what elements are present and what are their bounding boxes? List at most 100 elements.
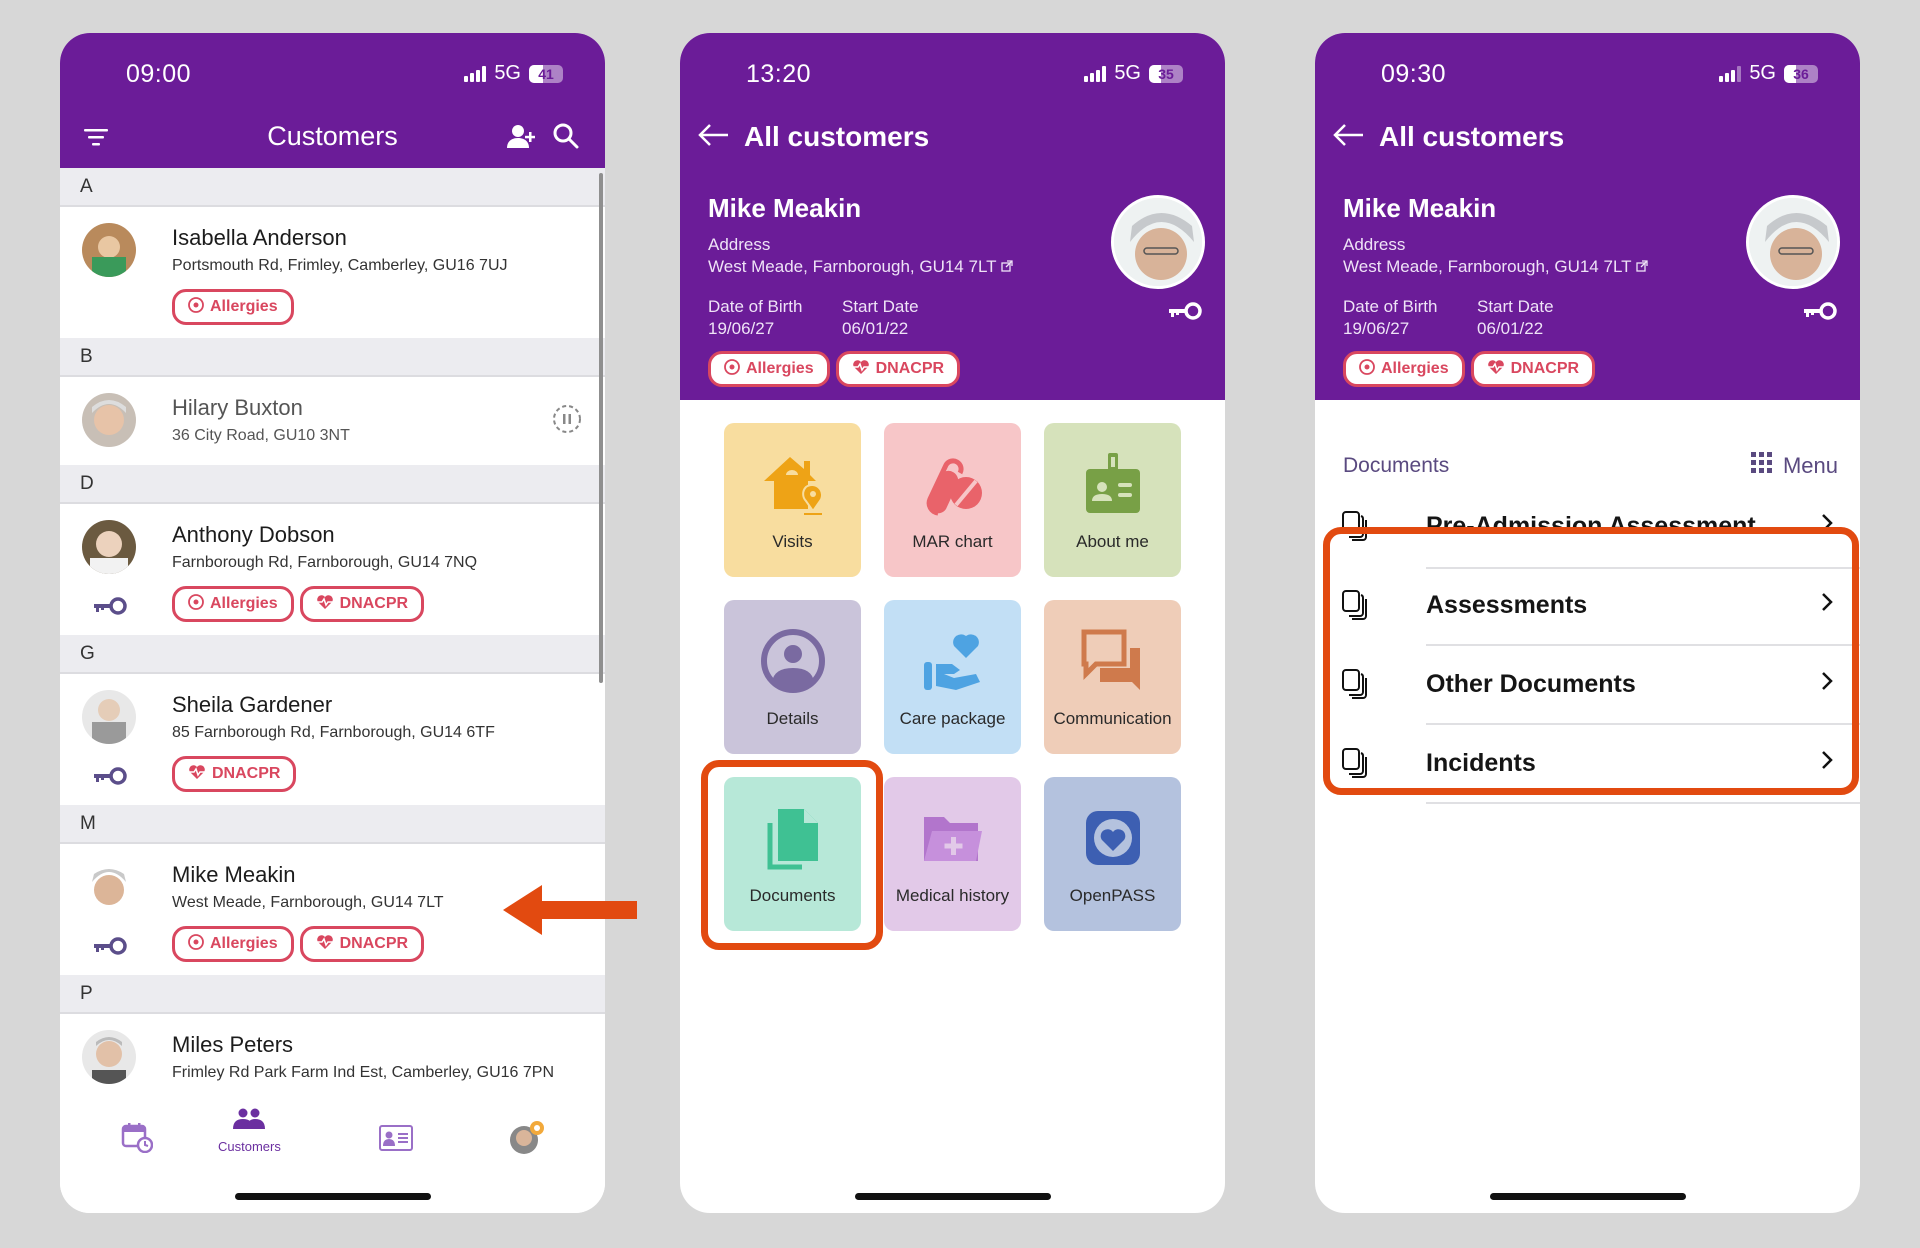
nav-profile[interactable] bbox=[508, 1120, 546, 1161]
customer-photo bbox=[1746, 195, 1840, 289]
highlight-documents-tile bbox=[701, 760, 883, 950]
customer-row[interactable]: Hilary Buxton 36 City Road, GU10 3NT bbox=[60, 377, 605, 465]
tile-label: Details bbox=[766, 709, 819, 728]
tile-label: Medical history bbox=[895, 886, 1010, 905]
status-bar: 09:30 5G 36 bbox=[1315, 33, 1860, 113]
key-icon bbox=[92, 766, 128, 791]
tile-communication[interactable]: Communication bbox=[1044, 600, 1181, 754]
nav-visits[interactable] bbox=[121, 1121, 154, 1158]
back-button[interactable]: All customers bbox=[698, 121, 929, 153]
address-link[interactable]: West Meade, Farnborough, GU14 7LT bbox=[1343, 256, 1648, 279]
id-card-icon bbox=[379, 1125, 413, 1156]
customer-name: Miles Peters bbox=[172, 1032, 294, 1057]
allergies-tag[interactable]: Allergies bbox=[708, 351, 830, 387]
tile-about-me[interactable]: About me bbox=[1044, 423, 1181, 577]
tile-label: About me bbox=[1076, 532, 1149, 551]
allergy-icon bbox=[188, 933, 204, 955]
dnacpr-tag: DNACPR bbox=[299, 926, 425, 962]
tile-label: MAR chart bbox=[912, 532, 993, 551]
section-title: Documents bbox=[1343, 454, 1450, 477]
customer-name: Hilary Buxton bbox=[172, 395, 303, 420]
customer-row[interactable]: Anthony Dobson Farnborough Rd, Farnborou… bbox=[60, 504, 605, 635]
divider bbox=[1426, 802, 1860, 804]
address-label: Address bbox=[1343, 235, 1406, 254]
tile-mar-chart[interactable]: MAR chart bbox=[884, 423, 1021, 577]
nav-id-card[interactable] bbox=[379, 1125, 413, 1156]
menu-button[interactable]: Menu bbox=[1750, 452, 1838, 480]
dnacpr-tag: DNACPR bbox=[299, 586, 425, 622]
back-label: All customers bbox=[744, 121, 930, 152]
customer-name: Anthony Dobson bbox=[172, 522, 335, 547]
pill-icon bbox=[920, 451, 986, 522]
network-label: 5G bbox=[1749, 62, 1776, 84]
customer-address: 85 Farnborough Rd, Farnborough, GU14 6TF bbox=[172, 724, 495, 741]
tile-openpass[interactable]: OpenPASS bbox=[1044, 777, 1181, 931]
address-label: Address bbox=[708, 235, 771, 254]
nav-label: Customers bbox=[218, 1139, 281, 1154]
heartbeat-icon bbox=[316, 594, 334, 615]
customer-name: Sheila Gardener bbox=[172, 692, 333, 717]
heartbeat-icon bbox=[852, 359, 870, 380]
customers-icon bbox=[232, 1108, 266, 1135]
dnacpr-tag[interactable]: DNACPR bbox=[835, 351, 961, 387]
dob-label: Date of Birth bbox=[1343, 297, 1438, 316]
tile-details[interactable]: Details bbox=[724, 600, 861, 754]
dnacpr-tag[interactable]: DNACPR bbox=[1470, 351, 1596, 387]
phone-customer-menu: 13:20 5G 35 All customers Mike Meakin Ad… bbox=[680, 33, 1225, 1213]
tile-label: Visits bbox=[772, 532, 813, 551]
section-header: M bbox=[60, 805, 605, 844]
openpass-heart-icon bbox=[1080, 805, 1146, 876]
menu-label: Menu bbox=[1782, 453, 1838, 478]
signal-icon bbox=[1719, 65, 1742, 82]
customer-row[interactable]: Isabella Anderson Portsmouth Rd, Frimley… bbox=[60, 207, 605, 338]
customer-address: Portsmouth Rd, Frimley, Camberley, GU16 … bbox=[172, 257, 508, 274]
customer-name: Mike Meakin bbox=[1343, 193, 1497, 223]
status-bar: 13:20 5G 35 bbox=[680, 33, 1225, 113]
network-label: 5G bbox=[1114, 62, 1141, 84]
customer-address: 36 City Road, GU10 3NT bbox=[172, 427, 350, 444]
tile-visits[interactable]: Visits bbox=[724, 423, 861, 577]
key-icon bbox=[1802, 301, 1838, 326]
signal-icon bbox=[1084, 65, 1107, 82]
heartbeat-icon bbox=[316, 934, 334, 955]
section-header: B bbox=[60, 338, 605, 377]
address-link[interactable]: West Meade, Farnborough, GU14 7LT bbox=[708, 256, 1013, 279]
battery-icon: 41 bbox=[529, 64, 563, 83]
profile-avatar-icon bbox=[508, 1120, 546, 1161]
network-label: 5G bbox=[494, 62, 521, 84]
avatar bbox=[82, 1030, 136, 1084]
profile-header: 13:20 5G 35 All customers Mike Meakin Ad… bbox=[680, 33, 1225, 400]
customer-row[interactable]: Miles Peters Frimley Rd Park Farm Ind Es… bbox=[60, 1014, 605, 1093]
tile-medical-history[interactable]: Medical history bbox=[884, 777, 1021, 931]
highlight-document-items bbox=[1323, 527, 1859, 795]
home-indicator bbox=[234, 1193, 431, 1200]
nav-customers[interactable]: Customers bbox=[218, 1108, 281, 1154]
avatar bbox=[82, 690, 136, 744]
scrollbar[interactable] bbox=[599, 173, 603, 683]
signal-icon bbox=[464, 65, 487, 82]
allergy-icon bbox=[188, 593, 204, 615]
section-header: P bbox=[60, 975, 605, 1014]
customer-photo bbox=[1111, 195, 1205, 289]
status-time: 09:30 bbox=[1381, 60, 1447, 88]
customers-header: 09:00 5G 41 Customers bbox=[60, 33, 605, 168]
external-link-icon bbox=[1636, 259, 1648, 276]
customer-row[interactable]: Sheila Gardener 85 Farnborough Rd, Farnb… bbox=[60, 674, 605, 805]
add-user-icon[interactable] bbox=[507, 124, 537, 150]
allergies-tag[interactable]: Allergies bbox=[1343, 351, 1465, 387]
status-bar: 09:00 5G 41 bbox=[60, 33, 605, 113]
search-icon[interactable] bbox=[552, 122, 580, 150]
phone-documents: 09:30 5G 36 All customers Mike Meakin Ad… bbox=[1315, 33, 1860, 1213]
avatar bbox=[82, 520, 136, 574]
tile-care-package[interactable]: Care package bbox=[884, 600, 1021, 754]
house-location-icon bbox=[760, 451, 826, 522]
status-time: 09:00 bbox=[126, 60, 192, 88]
hand-heart-icon bbox=[920, 628, 986, 699]
customer-name: Isabella Anderson bbox=[172, 225, 347, 250]
allergy-icon bbox=[188, 296, 204, 318]
documents-header: Documents Menu bbox=[1315, 432, 1860, 492]
back-arrow-icon bbox=[1333, 123, 1365, 152]
key-icon bbox=[92, 596, 128, 621]
heartbeat-icon bbox=[188, 764, 206, 785]
back-button[interactable]: All customers bbox=[1333, 121, 1564, 153]
